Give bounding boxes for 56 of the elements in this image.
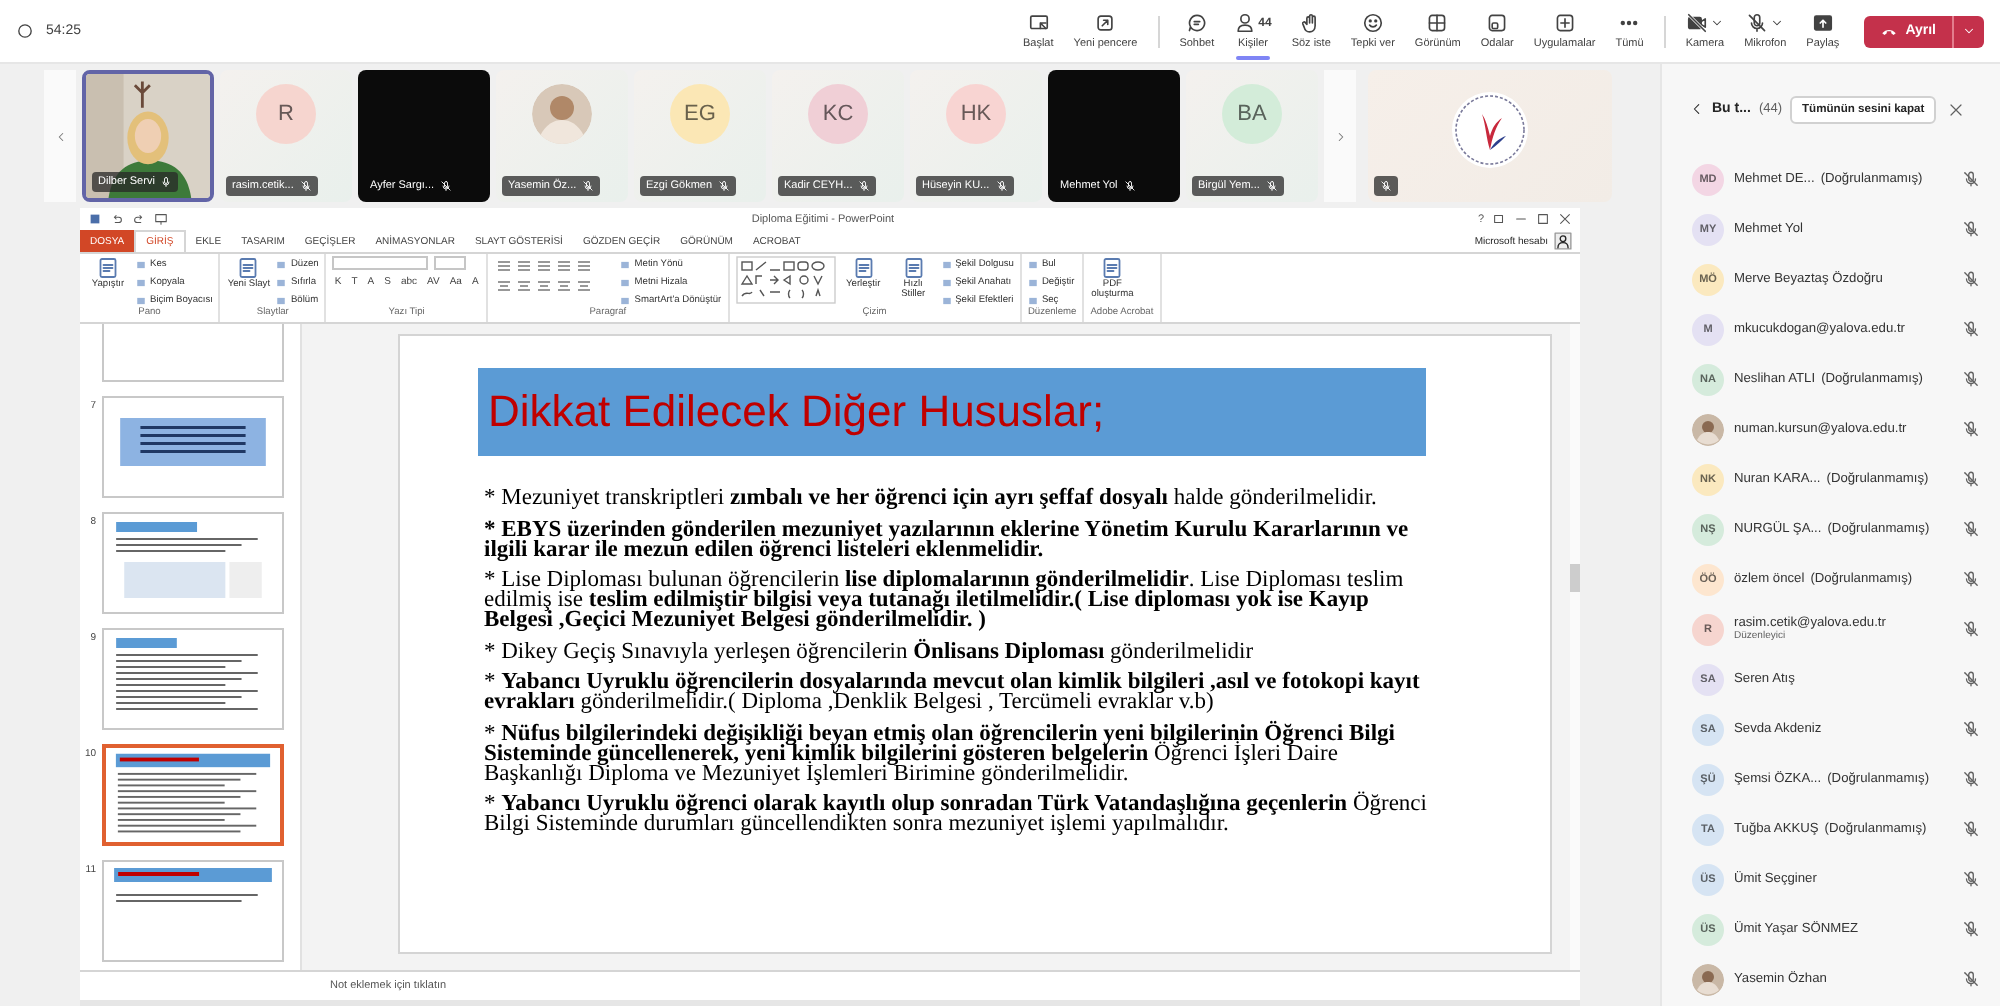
avatar-initials: HK: [946, 84, 1006, 144]
chevron-down-icon: [1709, 16, 1724, 30]
slide-thumbnail[interactable]: [102, 512, 284, 614]
maximize-icon: [1536, 212, 1550, 226]
close-icon: [1948, 101, 1965, 117]
grid-icon: [1426, 12, 1449, 34]
close-icon: [1558, 212, 1572, 226]
chevron-right-icon: [1333, 129, 1347, 143]
chat-icon: [1185, 12, 1208, 34]
avatar-initials: R: [256, 84, 316, 144]
slide-paragraph: * Dikey Geçiş Sınavıyla yerleşen öğrencilerin Önlisans Diploması gönderilmelidir: [484, 641, 1256, 661]
slide-thumbnail[interactable]: [102, 628, 284, 730]
camera-off-icon: [1685, 12, 1708, 34]
shapes-gallery-drawing[interactable]: [735, 256, 836, 304]
close-button[interactable]: [1948, 101, 1965, 117]
monitor-icon: [1027, 12, 1050, 34]
participant-tile[interactable]: [1368, 70, 1612, 202]
slideshow-icon: [154, 212, 168, 226]
mic-off-icon: [1746, 12, 1769, 34]
avatar-initials: BA: [1222, 84, 1282, 144]
restore-icon: [1492, 212, 1506, 226]
back-icon: [1690, 102, 1704, 116]
slide-paragraph: * Lise Diploması bulunan öğrencilerin lise diplomalarının gönderilmelidir. Lise Diploması teslim edilmiş ise teslim edilmiştir bilgisi veya tutanağı iletilmelidir.( Lise diploması yok ise Kayıp Belgesi ,Geçici Mezuniyet Belgesi gönderilmelidir. ): [484, 570, 1406, 630]
slide-paragraph: * Yabancı Uyruklu öğrencilerin dosyalarında mevcut olan kimlik bilgileri ,asıl ve fotokopi kayıt evrakları gönderilmelidir.( Diploma ,Denklik Belgesi , Tercümeli evraklar v.b): [484, 672, 1422, 712]
slide-thumbnail[interactable]: [102, 744, 284, 846]
plus-icon: [1553, 12, 1576, 34]
chevron-down-icon: [1770, 16, 1785, 30]
chevron-left-icon: [53, 129, 67, 143]
rooms-icon: [1486, 12, 1509, 34]
person-icon: [1234, 12, 1257, 34]
avatar-icon: [1692, 963, 1724, 995]
slide-thumbnail[interactable]: [102, 396, 284, 498]
avatar-icon: [1692, 413, 1724, 445]
avatar-initials: EG: [670, 84, 730, 144]
slide-thumbnail[interactable]: [102, 860, 284, 962]
avatar-initials: KC: [808, 84, 868, 144]
redo-icon: [132, 212, 146, 226]
window-icon: [1094, 12, 1117, 34]
font-size-field[interactable]: [434, 256, 467, 270]
slide-paragraph: * EBYS üzerinden gönderilen mezuniyet yazılarının eklerine Yönetim Kurulu Kararlarının ve ilgili karar ile mezun edilen öğrenci listeleri eklenmelidir.: [484, 519, 1411, 559]
account-icon: [1554, 232, 1572, 250]
slide-paragraph: * Nüfus bilgilerindeki değişikliği beyan etmiş olan öğrencilerin yeni bilgilerinin Öğrenci Bilgi Sisteminde güncellenerek, yeni kimlik bilgilerini gösteren belgelerin Öğrenci İşleri Daire Başkanlığı Diploma ve Mezuniyet İşlemleri Birimine gönderilmelidir.: [484, 723, 1397, 783]
slide-paragraph: * Yabancı Uyruklu öğrenci olarak kayıtlı olup sonradan Türk Vatandaşlığına geçenlerin Öğrenci Bilgi Sisteminde durumları güncellendikten sonra mezuniyet işlemi yapılmalıdır.: [484, 794, 1429, 834]
share-icon: [1811, 12, 1834, 34]
scrollbar[interactable]: [1570, 324, 1580, 970]
font-name-field[interactable]: [332, 256, 429, 270]
slide-title: Dikkat Edilecek Diğer Hususlar;: [478, 368, 1426, 456]
avatar-icon: [532, 84, 592, 144]
logo-icon: [1450, 90, 1530, 170]
save-icon: [88, 212, 102, 226]
slide-paragraph: * Mezuniyet transkriptleri zımbalı ve her öğrenci için ayrı şeffaf dosyalı halde gönderilmelidir.: [484, 488, 1379, 508]
slide-thumbnail[interactable]: [102, 324, 284, 382]
minimize-icon: [1514, 212, 1528, 226]
smiley-icon: [1361, 12, 1384, 34]
undo-icon: [110, 212, 124, 226]
chevron-down-icon: [1962, 24, 1976, 38]
